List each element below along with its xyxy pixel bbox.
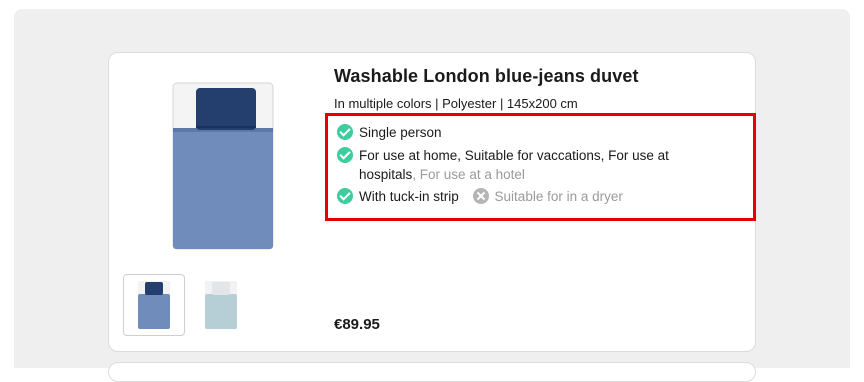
- feature-unavailable-label: , For use at a hotel: [412, 167, 525, 182]
- thumbnail-blue-jeans[interactable]: [123, 274, 185, 336]
- next-product-card[interactable]: [108, 362, 756, 382]
- product-price: €89.95: [334, 316, 380, 333]
- x-circle-icon: [472, 188, 489, 204]
- feature-single-person: Single person: [337, 123, 442, 142]
- feature-unavailable-label: Suitable for in a dryer: [494, 189, 623, 204]
- thumbnail-light-blue[interactable]: [190, 274, 252, 336]
- feature-use-locations: For use at home, Suitable for vaccations…: [337, 146, 669, 165]
- feature-label: For use at home, Suitable for vaccations…: [359, 148, 669, 163]
- features-highlight-box: Single person For use at home, Suitable …: [325, 113, 756, 221]
- feature-label: With tuck-in strip: [359, 189, 459, 204]
- product-subtitle: In multiple colors | Polyester | 145x200…: [334, 96, 578, 111]
- product-title[interactable]: Washable London blue-jeans duvet: [334, 66, 639, 87]
- product-main-image: [172, 82, 274, 250]
- feature-use-locations-cont: hospitals, For use at a hotel: [359, 165, 525, 184]
- check-circle-icon: [337, 188, 353, 204]
- feature-label: Single person: [359, 125, 442, 140]
- check-circle-icon: [337, 124, 353, 140]
- feature-tuck-in-strip: With tuck-in strip Suitable for in a dry…: [337, 187, 623, 206]
- check-circle-icon: [337, 147, 353, 163]
- feature-label: hospitals: [359, 167, 413, 182]
